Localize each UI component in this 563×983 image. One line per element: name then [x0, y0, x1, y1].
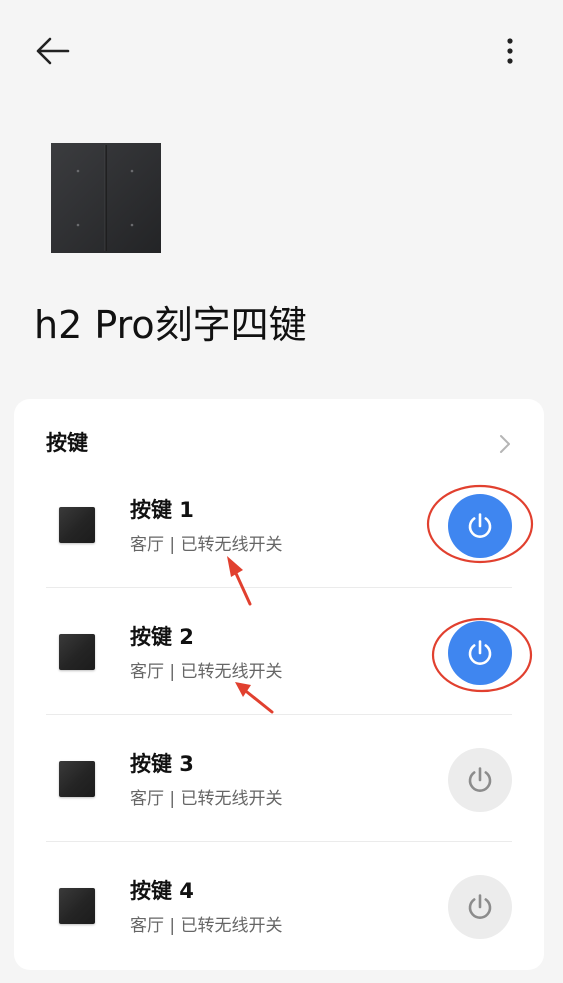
more-vertical-icon [507, 38, 513, 64]
power-icon [468, 767, 492, 792]
key-thumbnail [59, 888, 95, 924]
button-row-2[interactable]: 按键 2 客厅 | 已转无线开关 [14, 588, 544, 715]
button-row-1[interactable]: 按键 1 客厅 | 已转无线开关 [14, 461, 544, 588]
more-options-button[interactable] [490, 30, 530, 74]
arrow-left-icon [36, 37, 70, 65]
key-subtitle: 客厅 | 已转无线开关 [130, 916, 283, 936]
key-thumbnail [59, 761, 95, 797]
power-icon [468, 513, 492, 538]
top-bar [0, 0, 563, 100]
back-button[interactable] [30, 30, 74, 74]
button-row-4[interactable]: 按键 4 客厅 | 已转无线开关 [14, 842, 544, 969]
device-title: h2 Pro刻字四键 [34, 303, 307, 347]
chevron-right-icon [494, 431, 516, 457]
power-toggle-button-1[interactable] [448, 494, 512, 558]
power-icon [468, 640, 492, 665]
key-name: 按键 2 [130, 625, 194, 649]
key-thumbnail [59, 634, 95, 670]
key-thumbnail [59, 507, 95, 543]
key-subtitle: 客厅 | 已转无线开关 [130, 789, 283, 809]
power-toggle-button-2[interactable] [448, 621, 512, 685]
key-name: 按键 3 [130, 752, 194, 776]
key-name: 按键 1 [130, 498, 194, 522]
button-row-3[interactable]: 按键 3 客厅 | 已转无线开关 [14, 715, 544, 842]
key-subtitle: 客厅 | 已转无线开关 [130, 535, 283, 555]
key-name: 按键 4 [130, 879, 194, 903]
buttons-card: 按键 按键 1 客厅 | 已转无线开关 按键 2 客厅 | 已转无线开关 按键 … [14, 399, 544, 970]
power-icon [468, 894, 492, 919]
power-toggle-button-4[interactable] [448, 875, 512, 939]
device-image [51, 143, 161, 253]
key-subtitle: 客厅 | 已转无线开关 [130, 662, 283, 682]
power-toggle-button-3[interactable] [448, 748, 512, 812]
section-title: 按键 [46, 431, 88, 455]
